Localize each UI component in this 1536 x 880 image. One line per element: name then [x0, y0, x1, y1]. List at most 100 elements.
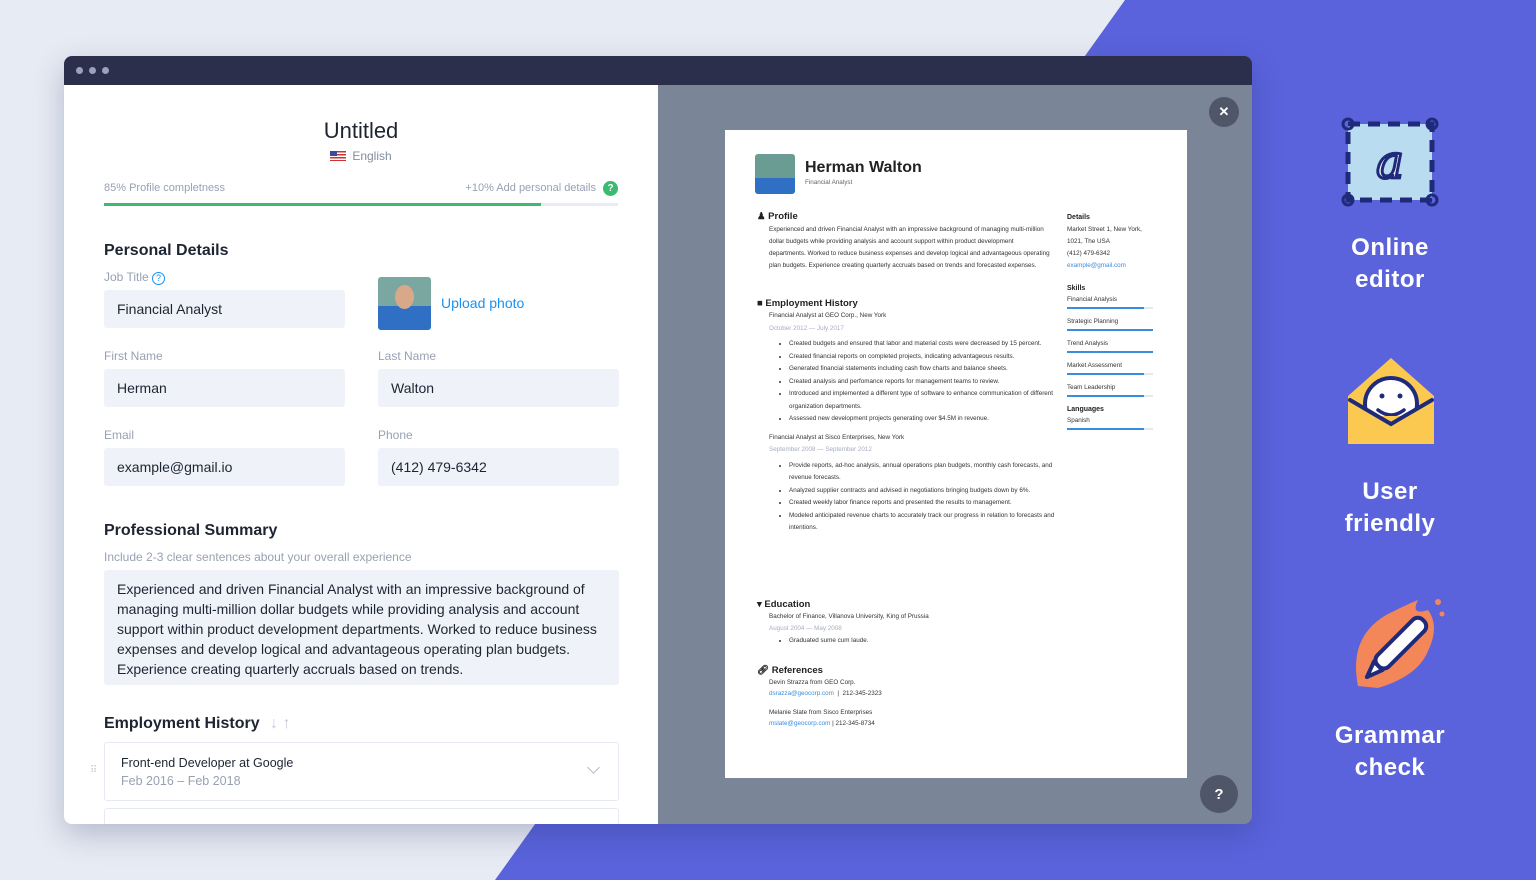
job-dates: October 2012 — July 2017	[769, 324, 844, 332]
employment-item[interactable]	[104, 808, 619, 824]
field-label: Phone	[378, 428, 413, 442]
app-window: Untitled English 85% Profile completness…	[64, 56, 1252, 824]
education-title: Bachelor of Finance, Villanova Universit…	[769, 613, 929, 620]
job-title-input[interactable]: Financial Analyst	[104, 290, 345, 328]
job-bullet: Introduced and implemented a different t…	[789, 388, 1059, 413]
upload-photo-link[interactable]: Upload photo	[441, 295, 524, 311]
resume-jobs: Financial Analyst at GEO Corp., New York…	[769, 310, 1059, 535]
resume-references: Devin Strazza from GEO Corp. dsrazza@geo…	[769, 679, 882, 727]
job-bullet: Created analysis and perfomance reports …	[789, 376, 1059, 389]
job-bullet: Created weekly labor finance reports and…	[789, 497, 1059, 510]
skill-name: Trend Analysis	[1067, 340, 1109, 347]
job-bullet: Generated financial statements including…	[789, 363, 1059, 376]
resume-skills: Skills Financial Analysis Strategic Plann…	[1067, 284, 1153, 438]
skills-heading: Skills	[1067, 285, 1086, 292]
job-title: Financial Analyst at GEO Corp., New York	[769, 312, 887, 319]
job-dates: September 2008 — September 2012	[769, 446, 872, 453]
skill-item: Trend Analysis	[1067, 339, 1153, 353]
job-bullet: Created budgets and ensured that labor a…	[789, 338, 1059, 351]
window-dot	[102, 67, 109, 74]
details-address: Market Street 1, New York,	[1067, 226, 1142, 233]
completeness-hint[interactable]: +10% Add personal details	[465, 182, 596, 194]
window-dot	[76, 67, 83, 74]
job-bullet: Created financial reports on completed p…	[789, 351, 1059, 364]
details-phone: (412) 479-6342	[1067, 250, 1111, 257]
skill-level-bar	[1067, 351, 1153, 353]
editor-panel: Untitled English 85% Profile completness…	[64, 85, 658, 824]
details-address: 1021, The USA	[1067, 238, 1110, 245]
close-button[interactable]: ✕	[1209, 97, 1239, 127]
resume-job: Financial Analyst at GEO Corp., New York…	[769, 310, 1059, 426]
skill-item: Strategic Planning	[1067, 317, 1153, 331]
section-heading: Personal Details	[104, 242, 229, 259]
link-icon: 🔗︎	[757, 665, 770, 676]
first-name-input[interactable]: Herman	[104, 369, 345, 407]
window-titlebar	[64, 56, 1252, 85]
resume-profile-text: Experienced and driven Financial Analyst…	[769, 226, 1050, 269]
skill-level-bar	[1067, 395, 1153, 397]
skill-item: Team Leadership	[1067, 383, 1153, 397]
resume-details: Details Market Street 1, New York, 1021,…	[1067, 212, 1142, 272]
education-dates: August 2004 — May 2008	[769, 625, 842, 632]
field-label: First Name	[104, 349, 163, 363]
completeness-label: 85% Profile completness	[104, 182, 226, 194]
field-label: Job Title ?	[104, 270, 166, 285]
drag-handle-icon[interactable]: ⠿	[90, 765, 97, 776]
resume-photo	[755, 154, 795, 194]
resume-job: Financial Analyst at Sisco Enterprises, …	[769, 432, 1059, 535]
arrow-down-icon[interactable]: ↓	[270, 715, 278, 732]
profile-photo[interactable]	[378, 277, 431, 330]
help-icon[interactable]: ?	[603, 181, 618, 196]
employment-item[interactable]: Front-end Developer at Google Feb 2016 –…	[104, 742, 619, 801]
resume-title: Financial Analyst	[805, 179, 853, 186]
reference-email: mslate@geocorp.com	[769, 720, 831, 727]
reference-name: Devin Strazza from GEO Corp.	[769, 679, 856, 686]
job-title: Financial Analyst at Sisco Enterprises, …	[769, 433, 905, 441]
email-input[interactable]: example@gmail.io	[104, 448, 345, 486]
resume-education: Bachelor of Finance, Villanova Universit…	[769, 611, 1059, 647]
employment-item-dates: Feb 2016 – Feb 2018	[121, 774, 241, 788]
summary-textarea[interactable]: Experienced and driven Financial Analyst…	[104, 570, 619, 685]
reference-name: Melanie Slate from Sisco Enterprises	[769, 709, 873, 716]
languages-heading: Languages	[1067, 406, 1104, 413]
resume-name: Herman Walton	[805, 159, 922, 176]
details-heading: Details	[1067, 214, 1090, 221]
skill-name: Team Leadership	[1067, 384, 1116, 391]
education-bullet: Graduated sume cum laude.	[789, 635, 1059, 647]
summary-hint: Include 2-3 clear sentences about your o…	[104, 550, 412, 564]
job-bullet: Provide reports, ad-hoc analysis, annual…	[789, 460, 1059, 485]
phone-input[interactable]: (412) 479-6342	[378, 448, 619, 486]
details-email: example@gmail.com	[1067, 262, 1126, 269]
skill-item: Market Assessment	[1067, 361, 1153, 375]
chevron-down-icon[interactable]	[587, 761, 600, 774]
feature-grammar-check: Grammar check	[1334, 722, 1446, 781]
skill-level-bar	[1067, 307, 1153, 309]
resume-preview: Herman Walton Financial Analyst ♟ Profil…	[725, 130, 1187, 778]
reference-phone: 212-345-8734	[835, 720, 875, 727]
language-selector[interactable]: English	[64, 149, 658, 163]
skill-name: Spanish	[1067, 417, 1090, 424]
info-icon[interactable]: ?	[152, 272, 166, 285]
editor-icon: a	[1341, 117, 1439, 207]
document-title[interactable]: Untitled	[64, 118, 658, 144]
smiley-envelope-icon	[1348, 358, 1434, 444]
job-bullet: Analyzed supplier contracts and advised …	[789, 485, 1059, 498]
skill-item: Financial Analysis	[1067, 295, 1153, 309]
pen-icon	[1356, 599, 1445, 688]
language-label: English	[352, 149, 392, 163]
svg-text:a: a	[1376, 135, 1403, 189]
last-name-input[interactable]: Walton	[378, 369, 619, 407]
window-dot	[89, 67, 96, 74]
preview-panel: ✕ Herman Walton Financial Analyst ♟ Prof…	[658, 85, 1252, 824]
job-bullet: Modeled anticipated revenue charts to ac…	[789, 510, 1059, 535]
reference-email: dsrazza@geocorp.com	[769, 690, 834, 697]
progress-bar	[104, 203, 618, 206]
arrow-up-icon[interactable]: ↑	[283, 715, 291, 732]
resume-section-profile: ♟ Profile	[757, 211, 798, 222]
field-label: Last Name	[378, 349, 437, 363]
help-button[interactable]: ?	[1200, 775, 1238, 813]
person-icon: ♟	[757, 211, 766, 222]
skill-level-bar	[1067, 329, 1153, 331]
us-flag-icon	[330, 151, 347, 161]
skill-level-bar	[1067, 373, 1153, 375]
